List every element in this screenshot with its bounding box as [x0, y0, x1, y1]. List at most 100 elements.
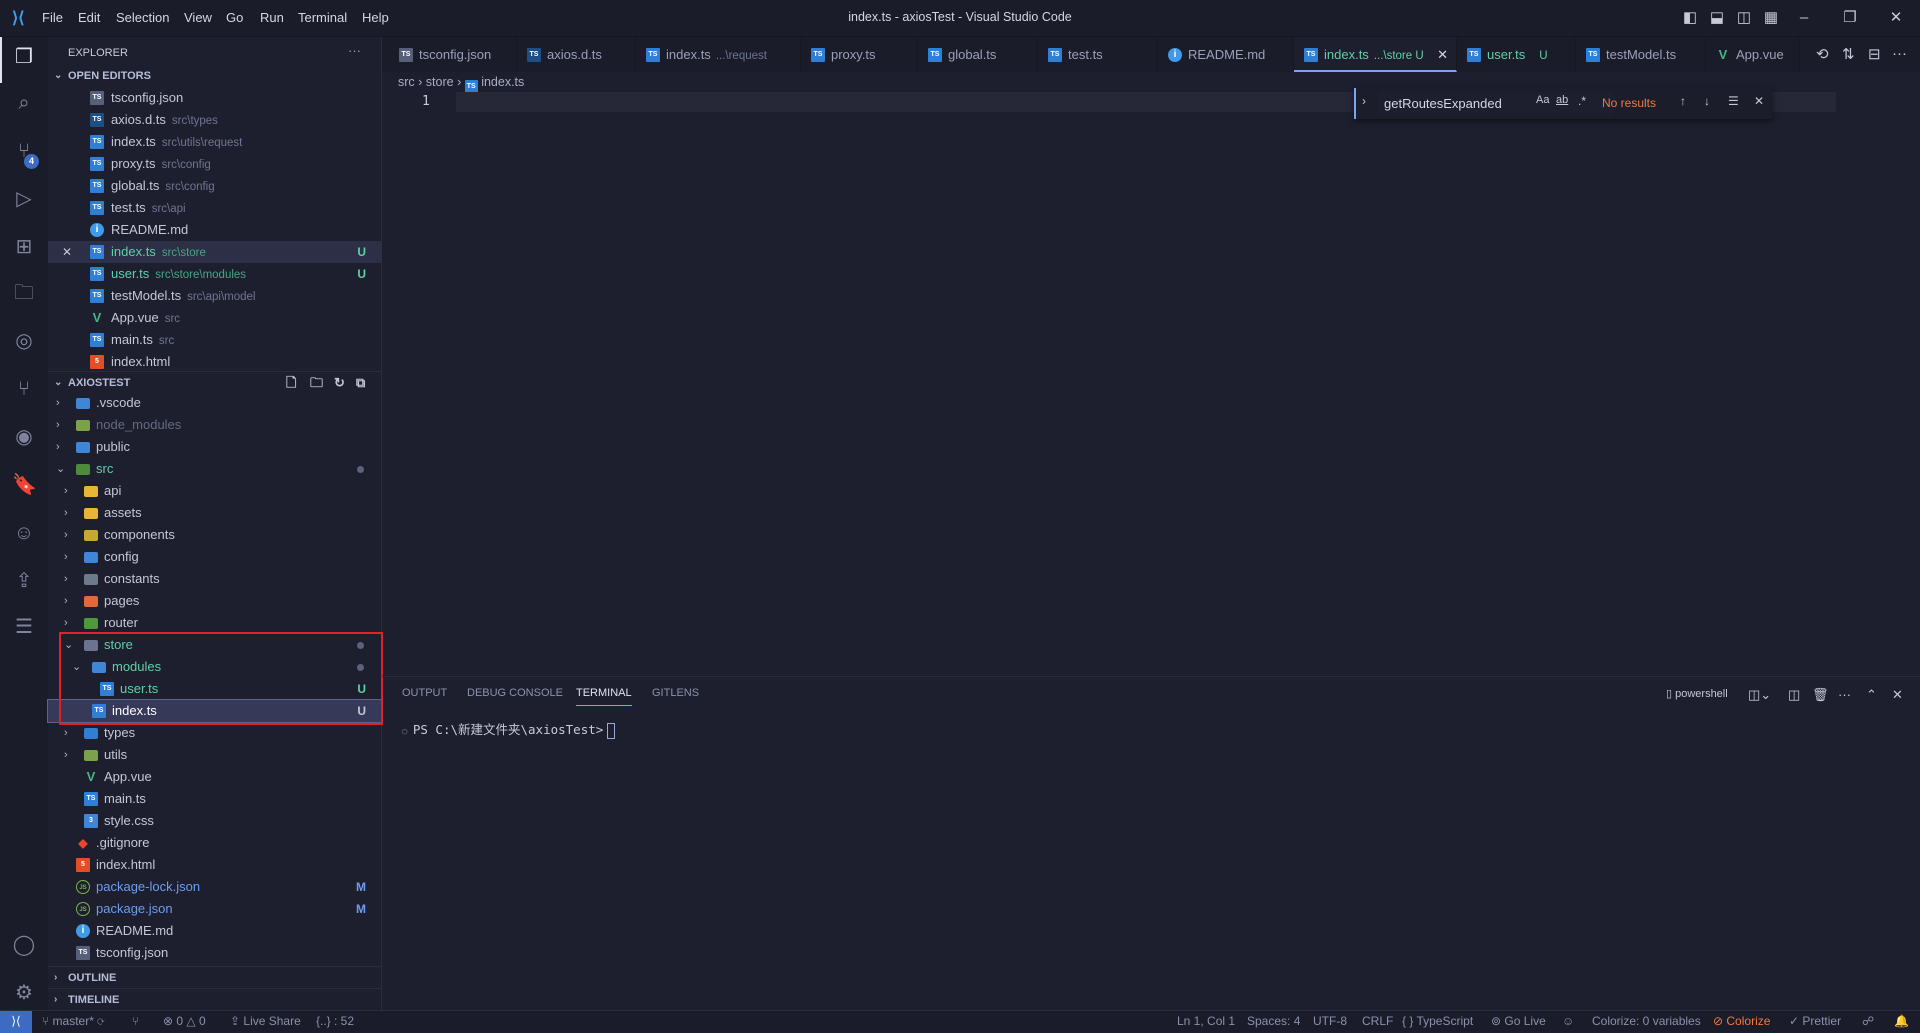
chevron-right-icon[interactable]: ›: [64, 524, 68, 546]
editor-tab[interactable]: TS testModel.ts: [1576, 37, 1706, 72]
file-item[interactable]: ◆ .gitignore: [48, 832, 382, 854]
open-editors-header[interactable]: ⌄ OPEN EDITORS: [48, 65, 382, 87]
collapse-all-icon[interactable]: ⧉: [356, 372, 365, 394]
toggle-panel-icon[interactable]: ⬓: [1705, 6, 1729, 30]
encoding[interactable]: UTF-8: [1313, 1011, 1347, 1032]
folder-item[interactable]: › utils: [48, 744, 382, 766]
chevron-right-icon[interactable]: ›: [64, 502, 68, 524]
extensions-icon[interactable]: ⊞: [12, 235, 36, 259]
breadcrumb-item[interactable]: src: [398, 75, 415, 89]
restore-button[interactable]: ❐: [1838, 6, 1862, 30]
panel-tab-output[interactable]: OUTPUT: [402, 687, 447, 705]
find-in-selection-icon[interactable]: ☰: [1728, 94, 1739, 108]
folder-item[interactable]: ⌄ modules: [48, 656, 382, 678]
open-editor-item[interactable]: ✕ TS index.ts src\store U: [48, 241, 382, 263]
panel-tab-gitlens[interactable]: GITLENS: [652, 687, 699, 705]
folder-item[interactable]: › constants: [48, 568, 382, 590]
editor-tab[interactable]: TS user.ts U: [1457, 37, 1576, 72]
notifications-bell-icon[interactable]: 🔔: [1894, 1011, 1909, 1032]
open-editor-item[interactable]: TS test.ts src\api: [48, 197, 382, 219]
remote-indicator-icon[interactable]: ⟩⟨: [0, 1011, 32, 1033]
git-graph-icon[interactable]: ⑂: [132, 1011, 139, 1032]
code-editor[interactable]: 1: [382, 92, 1920, 676]
more-actions-icon[interactable]: ···: [1892, 45, 1907, 62]
toggle-secondary-sidebar-icon[interactable]: ◫: [1732, 6, 1756, 30]
close-window-button[interactable]: ✕: [1884, 6, 1908, 30]
close-panel-icon[interactable]: ✕: [1892, 687, 1903, 703]
open-editor-item[interactable]: TS tsconfig.json: [48, 87, 382, 109]
chevron-right-icon[interactable]: ›: [56, 436, 60, 458]
feedback-icon[interactable]: ☍: [1862, 1011, 1874, 1032]
project-header[interactable]: ⌄ AXIOSTEST 🗋 🗀 ↻ ⧉: [48, 371, 382, 393]
file-item[interactable]: TS index.ts U: [47, 699, 383, 723]
edge-devtools-icon[interactable]: ◉: [12, 425, 36, 449]
folder-item[interactable]: › config: [48, 546, 382, 568]
editor-tab[interactable]: TS proxy.ts: [801, 37, 918, 72]
chevron-down-icon[interactable]: ⌄: [56, 458, 65, 480]
explorer-more-button[interactable]: ···: [348, 43, 361, 58]
bracket-status[interactable]: {..} : 52: [316, 1011, 354, 1032]
open-editor-item[interactable]: TS main.ts src: [48, 329, 382, 351]
prettier-button[interactable]: ✓ Prettier: [1789, 1011, 1841, 1032]
regex-button[interactable]: .*: [1578, 94, 1586, 108]
chevron-right-icon[interactable]: ›: [64, 590, 68, 612]
timeline-header[interactable]: › TIMELINE: [48, 988, 382, 1010]
open-editor-item[interactable]: TS index.ts src\utils\request: [48, 131, 382, 153]
file-item[interactable]: TS main.ts: [48, 788, 382, 810]
indentation[interactable]: Spaces: 4: [1247, 1011, 1300, 1032]
live-share-icon[interactable]: ⇪: [12, 569, 36, 593]
panel-tab-terminal[interactable]: TERMINAL: [576, 687, 632, 706]
folder-item[interactable]: › components: [48, 524, 382, 546]
gitlens-icon[interactable]: ◎: [12, 329, 36, 353]
open-editor-item[interactable]: TS proxy.ts src\config: [48, 153, 382, 175]
go-live-button[interactable]: ⊚ Go Live: [1491, 1011, 1546, 1032]
match-case-button[interactable]: Aa: [1536, 94, 1549, 106]
chevron-down-icon[interactable]: ⌄: [64, 634, 73, 656]
colorize-variables[interactable]: Colorize: 0 variables: [1592, 1011, 1701, 1032]
copilot-icon[interactable]: ☺: [1562, 1011, 1574, 1032]
timeline-history-icon[interactable]: ⟲: [1816, 45, 1829, 63]
folder-item[interactable]: › types: [48, 722, 382, 744]
close-tab-icon[interactable]: ✕: [1437, 37, 1448, 72]
breadcrumb-item[interactable]: store: [426, 75, 454, 89]
folder-item[interactable]: ⌄ src: [48, 458, 382, 480]
outline-header[interactable]: › OUTLINE: [48, 966, 382, 988]
terminal-instance[interactable]: ▯ powershell: [1666, 687, 1728, 700]
next-match-icon[interactable]: ↓: [1704, 94, 1710, 108]
file-item[interactable]: V App.vue: [48, 766, 382, 788]
kill-terminal-icon[interactable]: 🗑: [1812, 687, 1829, 703]
open-editor-item[interactable]: 5 index.html: [48, 351, 382, 373]
new-file-icon[interactable]: 🗋: [286, 372, 296, 394]
folder-item[interactable]: › router: [48, 612, 382, 634]
editor-tab[interactable]: TS index.ts ...\request: [636, 37, 801, 72]
editor-tab[interactable]: V App.vue: [1706, 37, 1800, 72]
editor-tab[interactable]: TS index.ts ...\store U ✕: [1294, 37, 1457, 72]
folder-item[interactable]: › .vscode: [48, 392, 382, 414]
file-item[interactable]: TS user.ts U: [48, 678, 382, 700]
copilot-icon[interactable]: ☺: [12, 521, 36, 545]
run-debug-icon[interactable]: ▷: [12, 187, 36, 211]
editor-tab[interactable]: TS test.ts: [1038, 37, 1158, 72]
chevron-right-icon[interactable]: ›: [64, 480, 68, 502]
file-item[interactable]: JS package.json M: [48, 898, 382, 920]
colorize-button[interactable]: ⊘ Colorize: [1713, 1011, 1770, 1032]
file-item[interactable]: 5 index.html: [48, 854, 382, 876]
open-editor-item[interactable]: V App.vue src: [48, 307, 382, 329]
todo-list-icon[interactable]: ☰: [12, 615, 36, 639]
chevron-right-icon[interactable]: ›: [56, 392, 60, 414]
chevron-right-icon[interactable]: ›: [64, 744, 68, 766]
branch-status[interactable]: ⑂ master* ⟳: [42, 1011, 104, 1032]
maximize-panel-icon[interactable]: ⌃: [1866, 687, 1877, 703]
split-terminal-dropdown-icon[interactable]: ◫⌄: [1748, 687, 1771, 703]
folder-item[interactable]: › pages: [48, 590, 382, 612]
folder-item[interactable]: › api: [48, 480, 382, 502]
chevron-right-icon[interactable]: ›: [56, 414, 60, 436]
end-of-line[interactable]: CRLF: [1362, 1011, 1393, 1032]
live-share-button[interactable]: ⇪ Live Share: [230, 1011, 301, 1032]
open-editor-item[interactable]: TS global.ts src\config: [48, 175, 382, 197]
toggle-replace-icon[interactable]: ›: [1362, 94, 1366, 108]
file-item[interactable]: TS tsconfig.json: [48, 942, 382, 964]
chevron-down-icon[interactable]: ⌄: [72, 656, 81, 678]
previous-match-icon[interactable]: ↑: [1680, 94, 1686, 108]
chevron-right-icon[interactable]: ›: [64, 568, 68, 590]
